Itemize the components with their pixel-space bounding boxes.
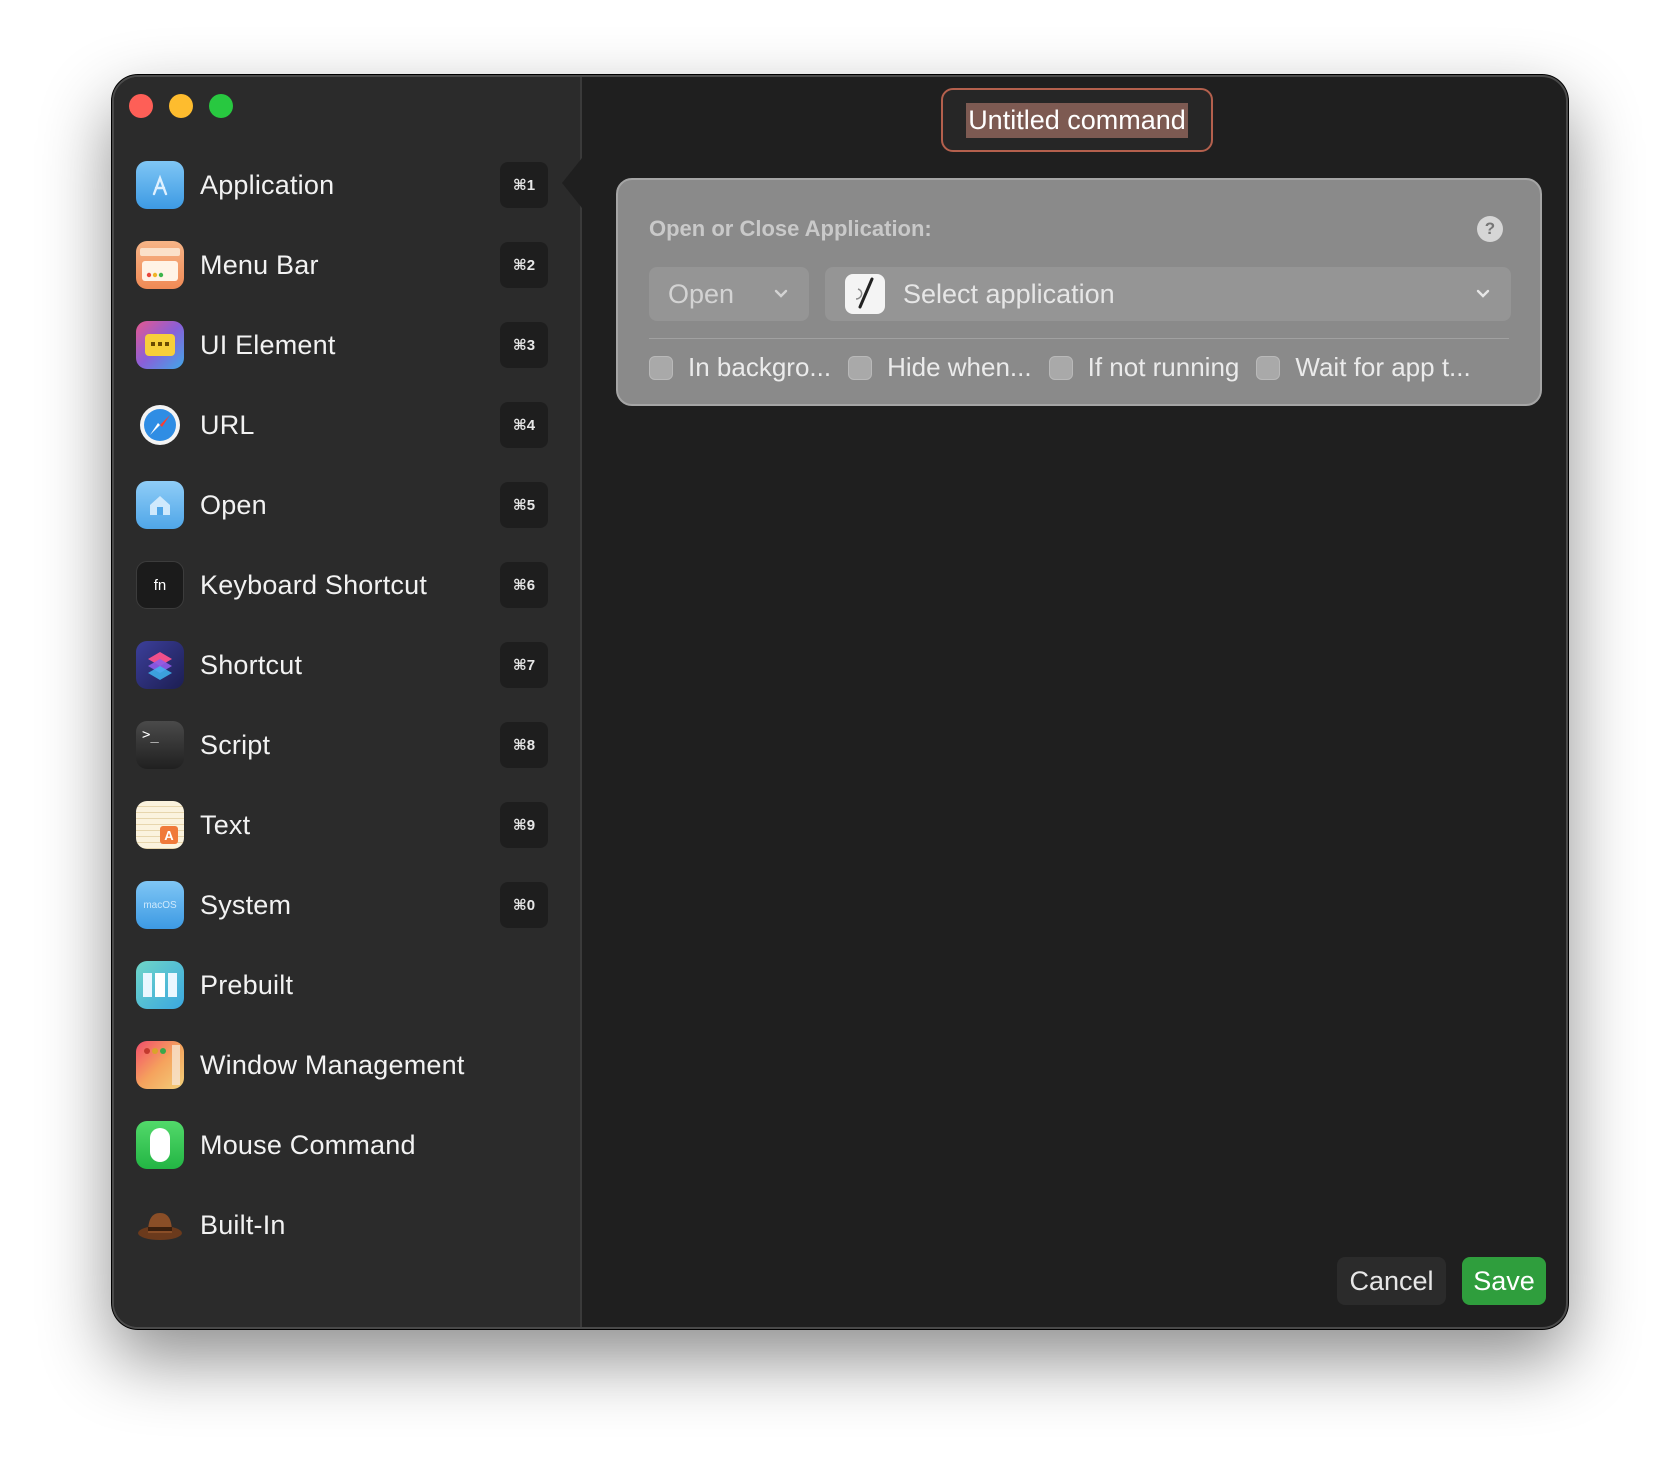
window-management-icon [136,1041,184,1089]
options-row: In backgro... Hide when... If not runnin… [649,352,1488,383]
option-if-not-running[interactable]: If not running [1048,352,1240,383]
checkbox[interactable] [848,355,873,380]
action-dropdown[interactable]: Open [649,267,809,321]
sidebar-item-system[interactable]: macOS System ⌘0 [114,865,580,945]
fn-key-icon: fn [136,561,184,609]
shortcut-badge: ⌘4 [500,402,548,448]
open-application-panel: Open or Close Application: ? Open Select… [616,178,1542,406]
sidebar-item-label: Text [200,809,251,840]
shortcut-badge: ⌘2 [500,242,548,288]
option-wait-for-app[interactable]: Wait for app t... [1256,352,1471,383]
sidebar-item-label: Menu Bar [200,249,319,280]
help-icon[interactable]: ? [1477,216,1503,242]
ui-element-icon [136,321,184,369]
shortcut-badge: ⌘6 [500,562,548,608]
sidebar-item-label: Built-In [200,1209,286,1240]
sidebar-item-label: UI Element [200,329,336,360]
zoom-window-button[interactable] [209,94,233,118]
sidebar-item-label: Script [200,729,271,760]
window-controls [129,94,233,118]
shortcuts-app-icon [136,641,184,689]
action-dropdown-value: Open [668,278,735,309]
command-editor-window: Application ⌘1 Menu Bar ⌘2 UI Element ⌘3 [112,75,1568,1329]
checkbox[interactable] [1048,355,1073,380]
hat-icon [136,1201,184,1249]
sidebar: Application ⌘1 Menu Bar ⌘2 UI Element ⌘3 [114,77,582,1327]
command-name-value: Untitled command [966,102,1188,138]
sidebar-item-label: Prebuilt [200,969,294,1000]
shortcut-badge: ⌘3 [500,322,548,368]
sidebar-item-application[interactable]: Application ⌘1 [114,145,580,225]
sidebar-item-keyboard-shortcut[interactable]: fn Keyboard Shortcut ⌘6 [114,545,580,625]
option-label: Wait for app t... [1295,352,1471,382]
chevron-down-icon [1475,280,1491,313]
app-store-folder-icon [136,161,184,209]
sidebar-item-text[interactable]: A Text ⌘9 [114,785,580,865]
safari-compass-icon [136,401,184,449]
sidebar-item-label: Shortcut [200,649,303,680]
menu-bar-icon [136,241,184,289]
chevron-down-icon [773,280,789,313]
sidebar-item-label: Application [200,169,335,200]
shortcut-badge: ⌘7 [500,642,548,688]
shortcut-badge: ⌘8 [500,722,548,768]
selection-pointer [562,153,586,213]
sidebar-item-label: Keyboard Shortcut [200,569,428,600]
close-window-button[interactable] [129,94,153,118]
option-label: If not running [1087,352,1240,382]
option-in-background[interactable]: In backgro... [649,352,831,383]
text-edit-icon: A [136,801,184,849]
sidebar-item-built-in[interactable]: Built-In [114,1185,580,1265]
option-label: Hide when... [887,352,1032,382]
sidebar-item-menu-bar[interactable]: Menu Bar ⌘2 [114,225,580,305]
sidebar-item-label: Mouse Command [200,1129,416,1160]
command-type-list: Application ⌘1 Menu Bar ⌘2 UI Element ⌘3 [114,145,580,1265]
minimize-window-button[interactable] [169,94,193,118]
shortcut-badge: ⌘5 [500,482,548,528]
macos-folder-icon: macOS [136,881,184,929]
command-name-input[interactable]: Untitled command [941,88,1213,152]
option-label: In backgro... [688,352,832,382]
sidebar-item-label: Open [200,489,267,520]
sidebar-item-label: System [200,889,292,920]
sidebar-item-mouse-command[interactable]: Mouse Command [114,1105,580,1185]
divider [649,338,1509,339]
prebuilt-layout-icon [136,961,184,1009]
shortcut-badge: ⌘1 [500,162,548,208]
sidebar-item-window-management[interactable]: Window Management [114,1025,580,1105]
shortcut-badge: ⌘9 [500,802,548,848]
option-hide-when[interactable]: Hide when... [848,352,1032,383]
terminal-icon: >_ [136,721,184,769]
sidebar-item-script[interactable]: >_ Script ⌘8 [114,705,580,785]
text-edit-badge: A [160,826,178,844]
checkbox[interactable] [1256,355,1281,380]
cancel-button[interactable]: Cancel [1337,1257,1446,1305]
sidebar-item-prebuilt[interactable]: Prebuilt [114,945,580,1025]
panel-title: Open or Close Application: [649,216,932,241]
sidebar-item-label: Window Management [200,1049,465,1080]
application-dropdown-value: Select application [903,278,1115,309]
script-editor-app-icon [845,274,885,314]
sidebar-item-open[interactable]: Open ⌘5 [114,465,580,545]
sidebar-item-shortcut[interactable]: Shortcut ⌘7 [114,625,580,705]
shortcut-badge: ⌘0 [500,882,548,928]
save-button[interactable]: Save [1462,1257,1546,1305]
checkbox[interactable] [649,355,673,380]
mouse-icon [136,1121,184,1169]
application-dropdown[interactable]: Select application [825,267,1511,321]
home-folder-icon [136,481,184,529]
sidebar-item-label: URL [200,409,255,440]
sidebar-item-url[interactable]: URL ⌘4 [114,385,580,465]
sidebar-item-ui-element[interactable]: UI Element ⌘3 [114,305,580,385]
